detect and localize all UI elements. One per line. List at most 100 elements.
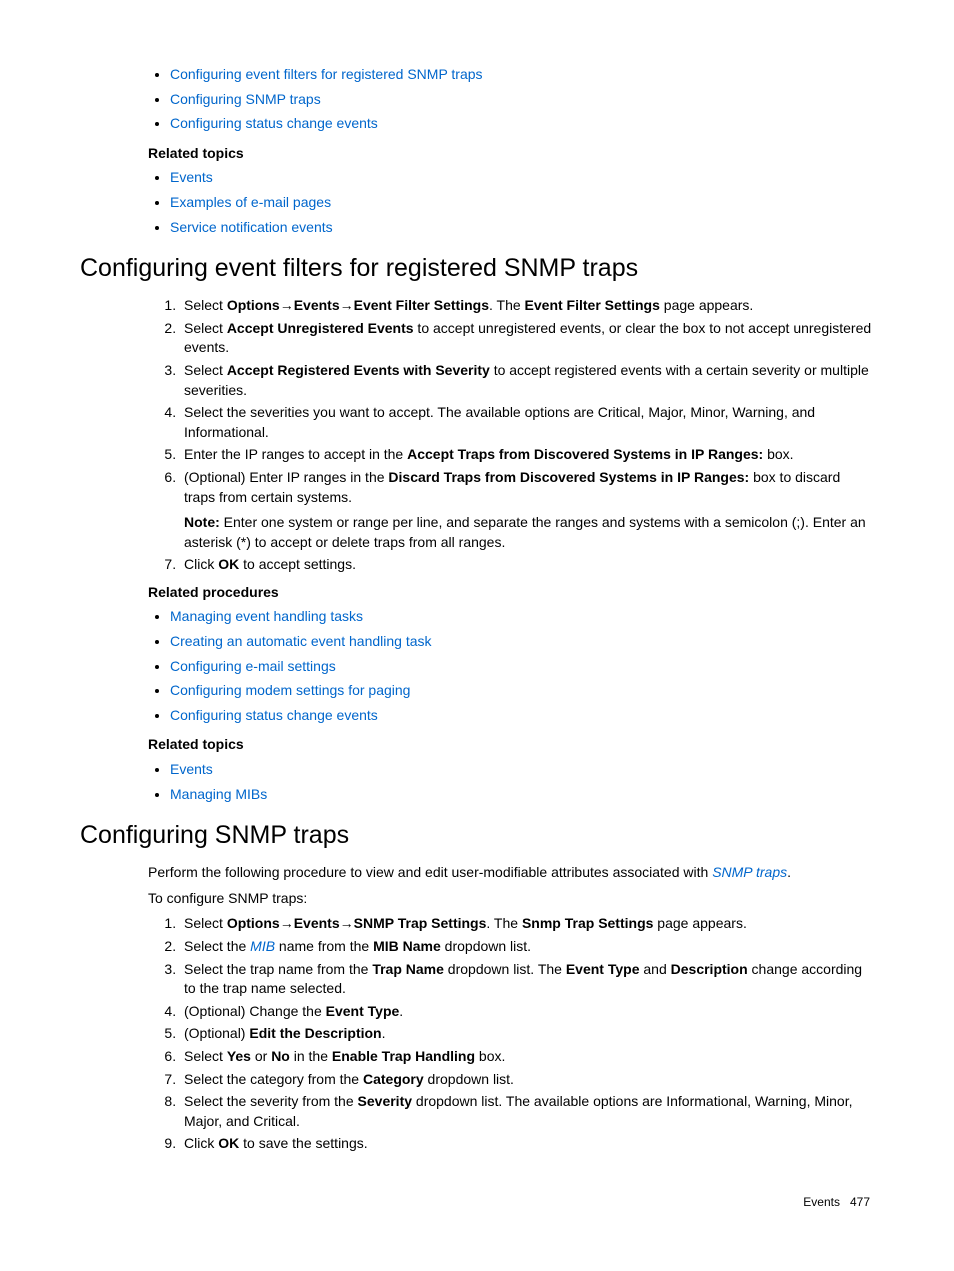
link-examples-email[interactable]: Examples of e-mail pages [170, 194, 331, 210]
step-5: Enter the IP ranges to accept in the Acc… [180, 445, 874, 465]
top-link-list: Configuring event filters for registered… [80, 65, 874, 134]
step-7: Select the category from the Category dr… [180, 1070, 874, 1090]
text: box. [763, 446, 793, 462]
list-item: Managing MIBs [170, 785, 874, 805]
bold: Category [363, 1071, 424, 1087]
arrow: → [280, 915, 294, 931]
list-item: Configuring status change events [170, 706, 874, 726]
list-item: Service notification events [170, 218, 874, 238]
list-item: Examples of e-mail pages [170, 193, 874, 213]
text: dropdown list. [424, 1071, 514, 1087]
link-configuring-event-filters[interactable]: Configuring event filters for registered… [170, 66, 483, 82]
text: and [640, 961, 671, 977]
text: . [382, 1025, 386, 1041]
bold: No [271, 1048, 290, 1064]
related-topics-heading-2: Related topics [148, 735, 874, 755]
step-1: Select Options→Events→Event Filter Setti… [180, 296, 874, 316]
arrow: → [340, 915, 354, 931]
link-configuring-status-change[interactable]: Configuring status change events [170, 115, 378, 131]
step-1: Select Options→Events→SNMP Trap Settings… [180, 914, 874, 934]
bold: Trap Name [372, 961, 444, 977]
bold: MIB Name [373, 938, 441, 954]
step-7: Click OK to accept settings. [180, 555, 874, 575]
section-heading-event-filters: Configuring event filters for registered… [80, 251, 874, 286]
list-item: Configuring SNMP traps [170, 90, 874, 110]
bold: Options [227, 297, 280, 313]
link-managing-event-tasks[interactable]: Managing event handling tasks [170, 608, 363, 624]
step-4: (Optional) Change the Event Type. [180, 1002, 874, 1022]
arrow: → [280, 297, 294, 313]
link-events-2[interactable]: Events [170, 761, 213, 777]
step-2: Select Accept Unregistered Events to acc… [180, 319, 874, 358]
bold: Yes [227, 1048, 251, 1064]
bold: Event Filter Settings [525, 297, 660, 313]
text: page appears. [660, 297, 753, 313]
list-item: Configuring modem settings for paging [170, 681, 874, 701]
text: name from the [275, 938, 373, 954]
link-creating-auto-task[interactable]: Creating an automatic event handling tas… [170, 633, 432, 649]
text: . The [489, 297, 525, 313]
text: or [251, 1048, 271, 1064]
text: box. [475, 1048, 505, 1064]
text: Perform the following procedure to view … [148, 864, 712, 880]
bold: Events [294, 915, 340, 931]
bold: OK [218, 1135, 239, 1151]
link-events[interactable]: Events [170, 169, 213, 185]
link-configuring-email[interactable]: Configuring e-mail settings [170, 658, 336, 674]
text: Enter the IP ranges to accept in the [184, 446, 407, 462]
top-related-topics-list: Events Examples of e-mail pages Service … [80, 168, 874, 237]
step-8: Select the severity from the Severity dr… [180, 1092, 874, 1131]
section-heading-snmp-traps: Configuring SNMP traps [80, 818, 874, 853]
step-4: Select the severities you want to accept… [180, 403, 874, 442]
footer-page-number: 477 [850, 1195, 870, 1209]
step-5: (Optional) Edit the Description. [180, 1024, 874, 1044]
bold: OK [218, 556, 239, 572]
text: Select [184, 297, 227, 313]
link-configuring-snmp-traps[interactable]: Configuring SNMP traps [170, 91, 321, 107]
related-procedures-heading: Related procedures [148, 583, 874, 603]
page-footer: Events 477 [80, 1194, 874, 1211]
bold: Options [227, 915, 280, 931]
text: Select [184, 320, 227, 336]
step-2: Select the MIB name from the MIB Name dr… [180, 937, 874, 957]
link-managing-mibs[interactable]: Managing MIBs [170, 786, 267, 802]
bold: Enable Trap Handling [332, 1048, 475, 1064]
text: page appears. [653, 915, 746, 931]
step-6: (Optional) Enter IP ranges in the Discar… [180, 468, 874, 552]
link-snmp-traps[interactable]: SNMP traps [712, 864, 787, 880]
text: dropdown list. The [444, 961, 566, 977]
snmp-intro-2: To configure SNMP traps: [148, 889, 874, 909]
text: Select the trap name from the [184, 961, 372, 977]
step-3: Select the trap name from the Trap Name … [180, 960, 874, 999]
step-6: Select Yes or No in the Enable Trap Hand… [180, 1047, 874, 1067]
step-9: Click OK to save the settings. [180, 1134, 874, 1154]
text: (Optional) Change the [184, 1003, 326, 1019]
bold: Description [671, 961, 748, 977]
bold: Event Type [326, 1003, 400, 1019]
bold: Snmp Trap Settings [522, 915, 653, 931]
step-3: Select Accept Registered Events with Sev… [180, 361, 874, 400]
bold: Accept Unregistered Events [227, 320, 414, 336]
link-service-notification[interactable]: Service notification events [170, 219, 333, 235]
bold: Edit the Description [249, 1025, 381, 1041]
link-configuring-modem[interactable]: Configuring modem settings for paging [170, 682, 410, 698]
link-mib[interactable]: MIB [250, 938, 275, 954]
text: to save the settings. [239, 1135, 367, 1151]
snmp-intro-1: Perform the following procedure to view … [148, 863, 874, 883]
list-item: Events [170, 168, 874, 188]
link-configuring-status-change-2[interactable]: Configuring status change events [170, 707, 378, 723]
text: Select the severity from the [184, 1093, 358, 1109]
bold: Note: [184, 514, 220, 530]
text: dropdown list. [441, 938, 531, 954]
text: (Optional) [184, 1025, 249, 1041]
list-item: Configuring event filters for registered… [170, 65, 874, 85]
text: Select [184, 1048, 227, 1064]
text: Select [184, 362, 227, 378]
event-filters-steps: Select Options→Events→Event Filter Setti… [80, 296, 874, 575]
bold: Event Filter Settings [354, 297, 489, 313]
text: (Optional) Enter IP ranges in the [184, 469, 388, 485]
list-item: Creating an automatic event handling tas… [170, 632, 874, 652]
text: . [787, 864, 791, 880]
list-item: Configuring e-mail settings [170, 657, 874, 677]
bold: Accept Registered Events with Severity [227, 362, 490, 378]
